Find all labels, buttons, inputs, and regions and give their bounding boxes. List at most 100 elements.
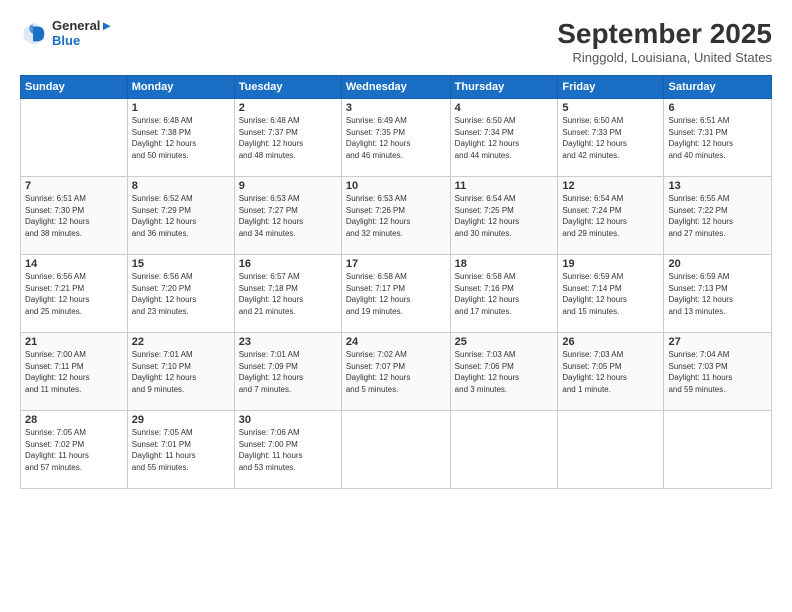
calendar-cell: 23Sunrise: 7:01 AM Sunset: 7:09 PM Dayli… [234,333,341,411]
day-info: Sunrise: 7:01 AM Sunset: 7:10 PM Dayligh… [132,349,230,395]
day-number: 8 [132,180,230,192]
header-thursday: Thursday [450,76,558,99]
calendar-cell [558,411,664,489]
day-number: 5 [562,102,659,114]
day-info: Sunrise: 7:03 AM Sunset: 7:06 PM Dayligh… [455,349,554,395]
day-number: 21 [25,336,123,348]
month-title: September 2025 [557,18,772,50]
day-info: Sunrise: 6:51 AM Sunset: 7:30 PM Dayligh… [25,193,123,239]
week-row-3: 14Sunrise: 6:56 AM Sunset: 7:21 PM Dayli… [21,255,772,333]
day-info: Sunrise: 6:48 AM Sunset: 7:38 PM Dayligh… [132,115,230,161]
day-info: Sunrise: 7:06 AM Sunset: 7:00 PM Dayligh… [239,427,337,473]
day-info: Sunrise: 6:48 AM Sunset: 7:37 PM Dayligh… [239,115,337,161]
calendar-cell: 21Sunrise: 7:00 AM Sunset: 7:11 PM Dayli… [21,333,128,411]
calendar-cell: 28Sunrise: 7:05 AM Sunset: 7:02 PM Dayli… [21,411,128,489]
day-number: 11 [455,180,554,192]
day-info: Sunrise: 7:03 AM Sunset: 7:05 PM Dayligh… [562,349,659,395]
calendar-cell: 5Sunrise: 6:50 AM Sunset: 7:33 PM Daylig… [558,99,664,177]
calendar-cell: 15Sunrise: 6:56 AM Sunset: 7:20 PM Dayli… [127,255,234,333]
day-info: Sunrise: 6:56 AM Sunset: 7:20 PM Dayligh… [132,271,230,317]
day-number: 23 [239,336,337,348]
calendar-cell: 20Sunrise: 6:59 AM Sunset: 7:13 PM Dayli… [664,255,772,333]
week-row-4: 21Sunrise: 7:00 AM Sunset: 7:11 PM Dayli… [21,333,772,411]
day-number: 30 [239,414,337,426]
location: Ringgold, Louisiana, United States [557,50,772,65]
day-number: 10 [346,180,446,192]
calendar-cell: 16Sunrise: 6:57 AM Sunset: 7:18 PM Dayli… [234,255,341,333]
day-number: 19 [562,258,659,270]
calendar-cell: 10Sunrise: 6:53 AM Sunset: 7:26 PM Dayli… [341,177,450,255]
header-tuesday: Tuesday [234,76,341,99]
calendar-cell: 6Sunrise: 6:51 AM Sunset: 7:31 PM Daylig… [664,99,772,177]
day-info: Sunrise: 6:53 AM Sunset: 7:27 PM Dayligh… [239,193,337,239]
day-info: Sunrise: 6:58 AM Sunset: 7:17 PM Dayligh… [346,271,446,317]
calendar-cell: 14Sunrise: 6:56 AM Sunset: 7:21 PM Dayli… [21,255,128,333]
header: General► Blue September 2025 Ringgold, L… [20,18,772,65]
day-info: Sunrise: 6:55 AM Sunset: 7:22 PM Dayligh… [668,193,767,239]
header-friday: Friday [558,76,664,99]
day-number: 14 [25,258,123,270]
day-info: Sunrise: 7:02 AM Sunset: 7:07 PM Dayligh… [346,349,446,395]
calendar-cell: 8Sunrise: 6:52 AM Sunset: 7:29 PM Daylig… [127,177,234,255]
day-number: 20 [668,258,767,270]
calendar-cell: 2Sunrise: 6:48 AM Sunset: 7:37 PM Daylig… [234,99,341,177]
day-number: 6 [668,102,767,114]
day-info: Sunrise: 6:49 AM Sunset: 7:35 PM Dayligh… [346,115,446,161]
header-sunday: Sunday [21,76,128,99]
calendar-cell: 4Sunrise: 6:50 AM Sunset: 7:34 PM Daylig… [450,99,558,177]
calendar-cell: 12Sunrise: 6:54 AM Sunset: 7:24 PM Dayli… [558,177,664,255]
day-number: 1 [132,102,230,114]
day-number: 15 [132,258,230,270]
day-number: 3 [346,102,446,114]
calendar-cell: 9Sunrise: 6:53 AM Sunset: 7:27 PM Daylig… [234,177,341,255]
calendar-cell [21,99,128,177]
day-info: Sunrise: 7:01 AM Sunset: 7:09 PM Dayligh… [239,349,337,395]
day-info: Sunrise: 6:54 AM Sunset: 7:24 PM Dayligh… [562,193,659,239]
day-info: Sunrise: 6:50 AM Sunset: 7:33 PM Dayligh… [562,115,659,161]
day-number: 7 [25,180,123,192]
day-info: Sunrise: 6:57 AM Sunset: 7:18 PM Dayligh… [239,271,337,317]
logo: General► Blue [20,18,113,48]
weekday-header-row: Sunday Monday Tuesday Wednesday Thursday… [21,76,772,99]
day-number: 25 [455,336,554,348]
calendar-cell [341,411,450,489]
calendar-cell: 22Sunrise: 7:01 AM Sunset: 7:10 PM Dayli… [127,333,234,411]
day-number: 17 [346,258,446,270]
day-number: 2 [239,102,337,114]
header-saturday: Saturday [664,76,772,99]
day-number: 13 [668,180,767,192]
day-number: 24 [346,336,446,348]
header-wednesday: Wednesday [341,76,450,99]
day-info: Sunrise: 7:05 AM Sunset: 7:02 PM Dayligh… [25,427,123,473]
day-number: 22 [132,336,230,348]
calendar-cell: 19Sunrise: 6:59 AM Sunset: 7:14 PM Dayli… [558,255,664,333]
calendar-cell: 26Sunrise: 7:03 AM Sunset: 7:05 PM Dayli… [558,333,664,411]
day-number: 12 [562,180,659,192]
calendar-cell [450,411,558,489]
calendar-cell: 25Sunrise: 7:03 AM Sunset: 7:06 PM Dayli… [450,333,558,411]
calendar-cell: 30Sunrise: 7:06 AM Sunset: 7:00 PM Dayli… [234,411,341,489]
day-info: Sunrise: 6:50 AM Sunset: 7:34 PM Dayligh… [455,115,554,161]
week-row-2: 7Sunrise: 6:51 AM Sunset: 7:30 PM Daylig… [21,177,772,255]
day-number: 28 [25,414,123,426]
calendar-cell: 1Sunrise: 6:48 AM Sunset: 7:38 PM Daylig… [127,99,234,177]
day-info: Sunrise: 7:00 AM Sunset: 7:11 PM Dayligh… [25,349,123,395]
day-info: Sunrise: 6:59 AM Sunset: 7:13 PM Dayligh… [668,271,767,317]
calendar-cell: 7Sunrise: 6:51 AM Sunset: 7:30 PM Daylig… [21,177,128,255]
day-info: Sunrise: 6:54 AM Sunset: 7:25 PM Dayligh… [455,193,554,239]
day-info: Sunrise: 6:56 AM Sunset: 7:21 PM Dayligh… [25,271,123,317]
calendar-table: Sunday Monday Tuesday Wednesday Thursday… [20,75,772,489]
header-monday: Monday [127,76,234,99]
logo-text: General► Blue [52,18,113,48]
page: General► Blue September 2025 Ringgold, L… [0,0,792,612]
calendar-cell: 3Sunrise: 6:49 AM Sunset: 7:35 PM Daylig… [341,99,450,177]
calendar-cell [664,411,772,489]
day-info: Sunrise: 6:51 AM Sunset: 7:31 PM Dayligh… [668,115,767,161]
day-number: 4 [455,102,554,114]
week-row-5: 28Sunrise: 7:05 AM Sunset: 7:02 PM Dayli… [21,411,772,489]
calendar-cell: 29Sunrise: 7:05 AM Sunset: 7:01 PM Dayli… [127,411,234,489]
day-number: 18 [455,258,554,270]
calendar-cell: 17Sunrise: 6:58 AM Sunset: 7:17 PM Dayli… [341,255,450,333]
day-info: Sunrise: 6:58 AM Sunset: 7:16 PM Dayligh… [455,271,554,317]
day-info: Sunrise: 6:59 AM Sunset: 7:14 PM Dayligh… [562,271,659,317]
